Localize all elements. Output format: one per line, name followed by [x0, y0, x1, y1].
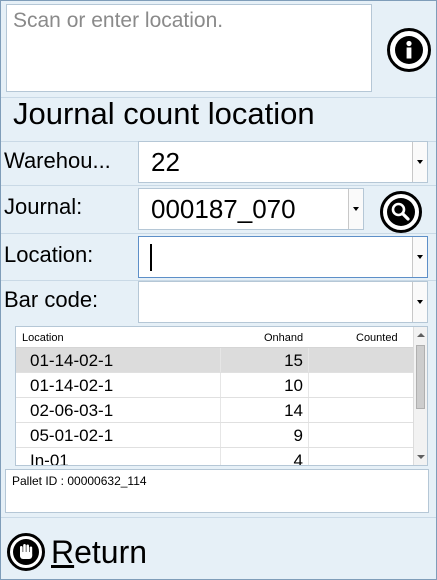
column-separator — [308, 373, 309, 397]
journal-dropdown-arrow[interactable] — [348, 189, 363, 229]
info-icon — [395, 36, 423, 64]
cell-onhand: 9 — [293, 426, 303, 445]
column-separator — [220, 348, 221, 372]
barcode-combo[interactable] — [138, 281, 428, 323]
info-button[interactable] — [387, 28, 431, 72]
warehouse-combo[interactable]: 22 — [138, 141, 428, 183]
column-separator — [220, 423, 221, 447]
text-caret — [150, 244, 152, 271]
table-row[interactable]: 01-14-02-1 10 — [16, 373, 414, 398]
page-title: Journal count location — [13, 96, 315, 131]
divider — [1, 185, 436, 186]
journal-search-button[interactable] — [380, 191, 422, 233]
column-header-location[interactable]: Location — [22, 332, 64, 344]
journal-label: Journal: — [4, 194, 83, 219]
barcode-label: Bar code: — [4, 287, 99, 312]
column-header-counted[interactable]: Counted — [356, 332, 398, 344]
return-button[interactable]: Return — [7, 529, 147, 575]
column-separator — [220, 398, 221, 422]
column-separator — [308, 423, 309, 447]
grid-body: 01-14-02-1 15 01-14-02-1 10 02-06-03-1 1… — [16, 348, 414, 466]
column-header-onhand[interactable]: Onhand — [264, 332, 303, 344]
column-separator — [308, 348, 309, 372]
warehouse-label: Warehou... — [4, 148, 111, 173]
scroll-down-arrow-icon[interactable] — [417, 455, 425, 459]
column-separator — [220, 448, 221, 465]
column-separator — [308, 398, 309, 422]
table-row[interactable]: 05-01-02-1 9 — [16, 423, 414, 448]
scroll-thumb[interactable] — [416, 345, 425, 409]
cell-onhand: 10 — [284, 376, 303, 395]
stop-hand-icon — [7, 533, 45, 571]
location-label: Location: — [4, 242, 94, 267]
warehouse-value: 22 — [151, 147, 180, 177]
journal-value: 000187_070 — [151, 194, 296, 224]
divider — [1, 517, 436, 518]
warehouse-dropdown-arrow[interactable] — [412, 142, 427, 182]
cell-onhand: 14 — [284, 401, 303, 420]
cell-onhand: 4 — [293, 451, 303, 466]
return-label-rest: eturn — [74, 533, 148, 570]
return-label: Return — [51, 534, 147, 571]
table-row[interactable]: 01-14-02-1 15 — [16, 348, 414, 373]
scroll-up-arrow-icon[interactable] — [417, 333, 425, 337]
table-row[interactable]: 02-06-03-1 14 — [16, 398, 414, 423]
location-grid[interactable]: Location Onhand Counted 01-14-02-1 15 01… — [15, 326, 428, 466]
pallet-info-box: Pallet ID : 00000632_114 — [5, 469, 429, 513]
cell-onhand: 15 — [284, 351, 303, 370]
table-row[interactable]: In-01 4 — [16, 448, 414, 466]
column-separator — [308, 448, 309, 465]
location-dropdown-arrow[interactable] — [412, 237, 427, 277]
grid-header: Location Onhand Counted — [16, 327, 414, 348]
journal-combo[interactable]: 000187_070 — [138, 188, 364, 230]
pallet-id-text: Pallet ID : 00000632_114 — [12, 474, 147, 488]
scan-placeholder: Scan or enter location. — [13, 9, 224, 32]
grid-scrollbar[interactable] — [413, 327, 427, 465]
column-separator — [220, 373, 221, 397]
scan-input[interactable]: Scan or enter location. — [6, 4, 372, 92]
divider — [1, 233, 436, 234]
search-icon — [387, 198, 415, 226]
barcode-dropdown-arrow[interactable] — [412, 282, 427, 322]
return-label-mnemonic: R — [51, 533, 75, 570]
location-combo[interactable] — [138, 236, 428, 278]
